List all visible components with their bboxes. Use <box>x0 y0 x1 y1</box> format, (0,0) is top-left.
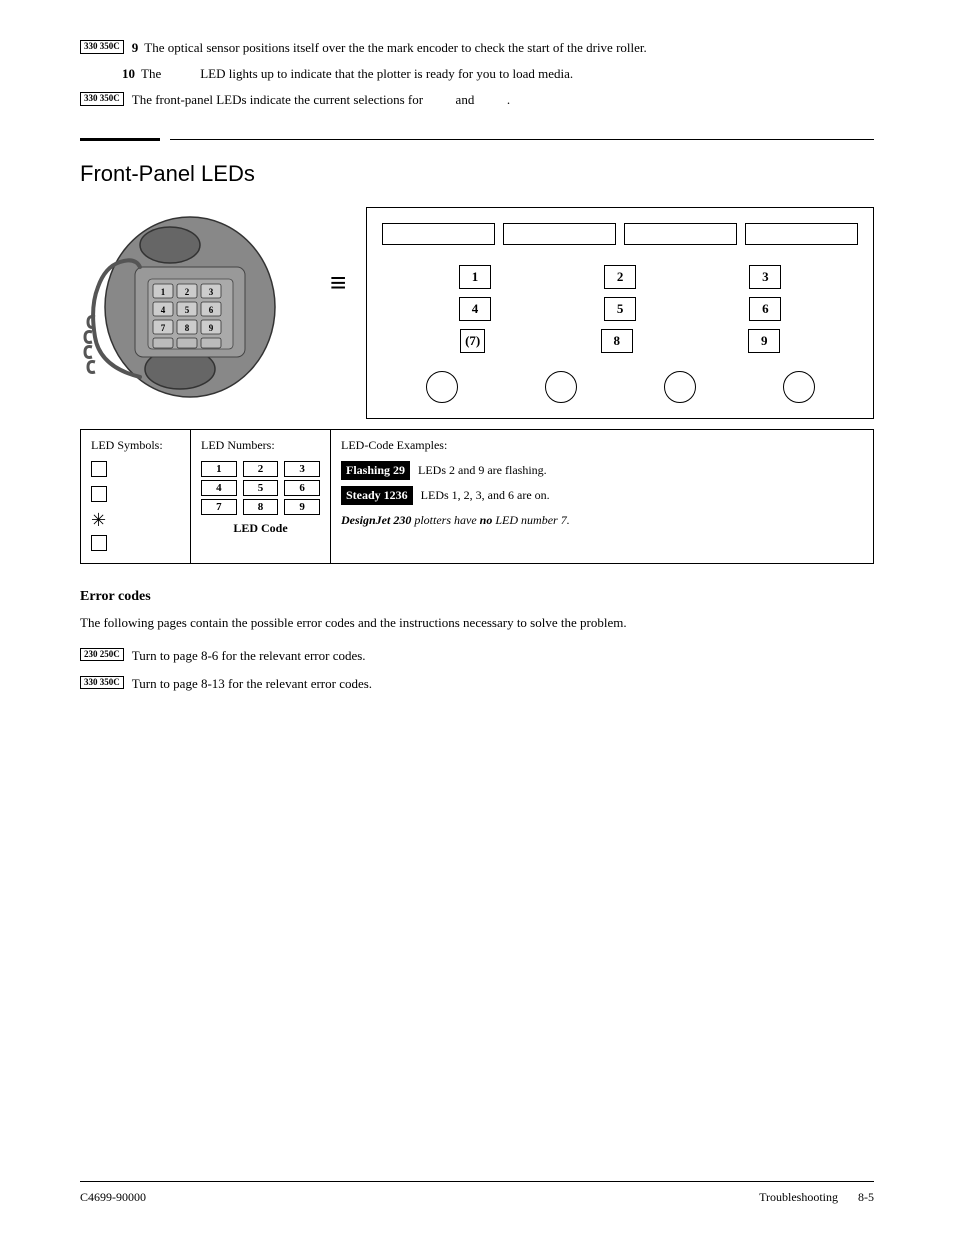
num-box-3: 3 <box>284 461 320 477</box>
flashing-text: LEDs 2 and 9 are flashing. <box>418 463 547 478</box>
led-symbols-header: LED Symbols: <box>91 438 180 453</box>
phone-illustration: 1 2 3 4 5 6 7 8 9 <box>80 207 310 411</box>
note-text-middle: plotters have <box>411 513 479 527</box>
svg-text:8: 8 <box>185 323 190 333</box>
panel-led-4: 4 <box>459 297 491 321</box>
panel-led-2: 2 <box>604 265 636 289</box>
svg-text:1: 1 <box>161 287 166 297</box>
divider-long <box>170 139 874 140</box>
square-icon-2 <box>91 486 107 502</box>
footer-right: Troubleshooting 8-5 <box>759 1190 874 1205</box>
num-box-4: 4 <box>201 480 237 496</box>
note-text-suffix: LED number 7. <box>492 513 569 527</box>
steady-badge: Steady 1236 <box>341 486 413 505</box>
led-table: LED Symbols: ✳ LED Numbers: 1 2 3 4 5 <box>80 429 874 564</box>
led-diagram-area: 1 2 3 4 5 6 7 8 9 <box>80 207 874 419</box>
error-title: Error codes <box>80 589 874 605</box>
num-box-1: 1 <box>201 461 237 477</box>
svg-text:9: 9 <box>209 323 214 333</box>
star-icon: ✳ <box>91 510 106 530</box>
page-footer: C4699-90000 Troubleshooting 8-5 <box>80 1181 874 1205</box>
panel-circle-2 <box>545 371 577 403</box>
step-9-text: The optical sensor positions itself over… <box>144 40 874 56</box>
symbol-square-2 <box>91 486 180 506</box>
panel-circle-1 <box>426 371 458 403</box>
designjet-brand: DesignJet 230 <box>341 513 411 527</box>
panel-rect-3 <box>624 223 737 245</box>
symbol-square-1 <box>91 461 180 481</box>
square-icon-3 <box>91 535 107 551</box>
error-section: Error codes The following pages contain … <box>80 589 874 692</box>
model-note-text: The front-panel LEDs indicate the curren… <box>132 92 874 108</box>
svg-text:7: 7 <box>161 323 166 333</box>
svg-text:4: 4 <box>161 305 166 315</box>
equals-icon: ≡ <box>330 267 346 299</box>
panel-led-7-group: ( 7 ) <box>460 329 485 353</box>
divider-short <box>80 138 160 141</box>
step-10: 10 The LED lights up to indicate that th… <box>122 66 874 82</box>
step-number-10: 10 <box>122 66 135 82</box>
step-9: 330 350C 9 The optical sensor positions … <box>80 40 874 56</box>
steady-text: LEDs 1, 2, 3, and 6 are on. <box>421 488 550 503</box>
panel-top-rects <box>382 223 858 245</box>
led-numbers-header: LED Numbers: <box>201 438 320 453</box>
panel-led-5: 5 <box>604 297 636 321</box>
num-box-9: 9 <box>284 499 320 515</box>
footer-page: 8-5 <box>858 1190 874 1205</box>
model-tag-330-350b: 330 350C <box>80 92 124 106</box>
example-row-flashing: Flashing 29 LEDs 2 and 9 are flashing. <box>341 461 863 480</box>
panel-rect-2 <box>503 223 616 245</box>
step-10-text: The LED lights up to indicate that the p… <box>141 66 874 82</box>
footer-doc-number: C4699-90000 <box>80 1190 146 1205</box>
example-row-steady: Steady 1236 LEDs 1, 2, 3, and 6 are on. <box>341 486 863 505</box>
num-box-8: 8 <box>243 499 279 515</box>
panel-led-6: 6 <box>749 297 781 321</box>
flashing-badge: Flashing 29 <box>341 461 410 480</box>
paren-right: ) <box>476 333 480 349</box>
symbol-star: ✳ <box>91 511 180 530</box>
led-symbols-col: LED Symbols: ✳ <box>81 430 191 563</box>
svg-text:6: 6 <box>209 305 214 315</box>
symbol-square-3 <box>91 535 180 555</box>
page: 330 350C 9 The optical sensor positions … <box>0 0 954 1235</box>
led-panel-diagram: 1 2 3 4 5 6 ( 7 ) 8 <box>366 207 874 419</box>
panel-led-1: 1 <box>459 265 491 289</box>
panel-rect-4 <box>745 223 858 245</box>
led-code-label: LED Code <box>201 521 320 536</box>
error-item-330: 330 350C Turn to page 8-13 for the relev… <box>80 676 874 692</box>
section-divider <box>80 138 874 141</box>
num-box-5: 5 <box>243 480 279 496</box>
section-title: Front-Panel LEDs <box>80 161 874 187</box>
model-tag-330-350c: 330 350C <box>80 676 124 690</box>
footer-section: Troubleshooting <box>759 1190 838 1205</box>
step-number-9: 9 <box>132 40 139 56</box>
panel-led-3: 3 <box>749 265 781 289</box>
step-model-note: 330 350C The front-panel LEDs indicate t… <box>80 92 874 108</box>
svg-text:5: 5 <box>185 305 190 315</box>
led-examples-col: LED-Code Examples: Flashing 29 LEDs 2 an… <box>331 430 873 563</box>
num-box-7: 7 <box>201 499 237 515</box>
num-box-2: 2 <box>243 461 279 477</box>
square-icon-1 <box>91 461 107 477</box>
led-num-grid: 1 2 3 4 5 6 7 8 9 <box>201 461 320 515</box>
model-tag-330-350: 330 350C <box>80 40 124 54</box>
error-item-230: 230 250C Turn to page 8-6 for the releva… <box>80 648 874 664</box>
panel-circles-row <box>382 371 858 403</box>
led-examples-header: LED-Code Examples: <box>341 438 863 453</box>
error-text-230: Turn to page 8-6 for the relevant error … <box>132 648 366 664</box>
panel-circle-4 <box>783 371 815 403</box>
led-numbers-col: LED Numbers: 1 2 3 4 5 6 7 8 9 LED Code <box>191 430 331 563</box>
panel-circle-3 <box>664 371 696 403</box>
error-description: The following pages contain the possible… <box>80 613 874 633</box>
panel-led-9: 9 <box>748 329 780 353</box>
panel-rect-1 <box>382 223 495 245</box>
svg-text:3: 3 <box>209 287 214 297</box>
error-text-330: Turn to page 8-13 for the relevant error… <box>132 676 372 692</box>
example-note: DesignJet 230 plotters have no LED numbe… <box>341 513 863 528</box>
panel-led-8: 8 <box>601 329 633 353</box>
model-tag-230-250: 230 250C <box>80 648 124 662</box>
svg-text:2: 2 <box>185 287 190 297</box>
num-box-6: 6 <box>284 480 320 496</box>
note-bold-no: no <box>480 513 493 527</box>
